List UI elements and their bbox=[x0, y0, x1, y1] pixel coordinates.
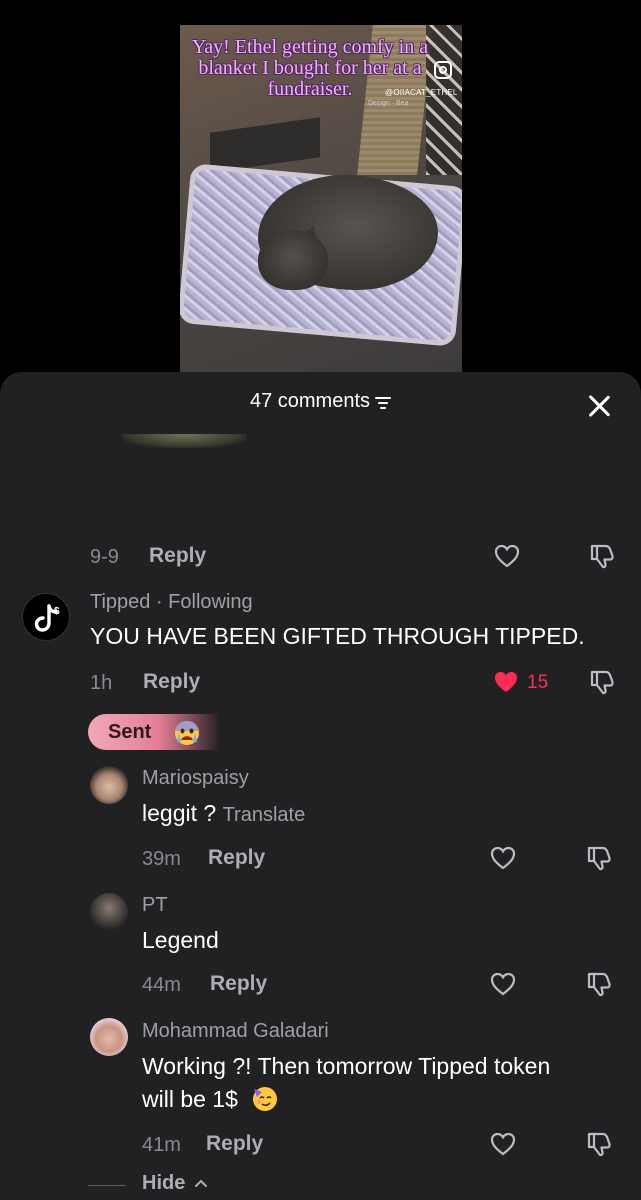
dislike-icon[interactable] bbox=[588, 668, 616, 696]
video-handle: @OIIACAT_ETHEL bbox=[385, 88, 458, 97]
reply-text: Legend bbox=[142, 927, 219, 953]
reply-button[interactable]: Reply bbox=[210, 972, 267, 996]
comments-count: 47 comments bbox=[249, 390, 371, 412]
cat-head bbox=[258, 230, 328, 290]
heart-icon[interactable] bbox=[490, 972, 516, 996]
reply-text-row: will be 1$ bbox=[142, 1083, 280, 1116]
heart-filled-icon[interactable] bbox=[493, 670, 519, 694]
reply-button[interactable]: Reply bbox=[149, 544, 206, 568]
sticker-image bbox=[122, 434, 247, 448]
avatar[interactable] bbox=[90, 766, 128, 804]
reply-text: Working ?! Then tomorrow Tipped token bbox=[142, 1053, 551, 1079]
like-count: 15 bbox=[527, 672, 549, 693]
reply-time: 41m bbox=[142, 1134, 181, 1156]
reply-button[interactable]: Reply bbox=[143, 670, 200, 694]
hide-replies-button[interactable]: Hide bbox=[142, 1172, 208, 1195]
reply-button[interactable]: Reply bbox=[208, 846, 265, 870]
avatar[interactable] bbox=[90, 1018, 128, 1056]
heart-icon[interactable] bbox=[490, 1132, 516, 1156]
reply-text: will be 1$ bbox=[142, 1086, 238, 1112]
reply-text-row: leggit ? Translate bbox=[142, 797, 305, 832]
dislike-icon[interactable] bbox=[585, 970, 613, 998]
reply-username[interactable]: Mohammad Galadari bbox=[142, 1020, 329, 1043]
reply-time: 44m bbox=[142, 974, 181, 996]
divider bbox=[88, 1185, 126, 1186]
partying-face-emoji-icon bbox=[253, 1087, 278, 1111]
instagram-icon bbox=[434, 61, 452, 79]
dislike-icon[interactable] bbox=[588, 542, 616, 570]
svg-text:$: $ bbox=[54, 606, 60, 617]
reply-button[interactable]: Reply bbox=[206, 1132, 263, 1156]
comments-header: 47 comments bbox=[0, 390, 641, 420]
heart-icon[interactable] bbox=[494, 544, 520, 568]
comment-time: 9-9 bbox=[90, 546, 119, 568]
design-credit: Design · Bea bbox=[368, 100, 409, 107]
avatar[interactable] bbox=[90, 893, 128, 931]
tiktok-icon: $ bbox=[34, 604, 60, 632]
crying-emoji-icon bbox=[175, 721, 199, 745]
dislike-icon[interactable] bbox=[585, 844, 613, 872]
hide-label: Hide bbox=[142, 1172, 186, 1194]
comment-time: 1h bbox=[90, 672, 113, 694]
video-preview[interactable]: Yay! Ethel getting comfy in a blanket I … bbox=[180, 25, 462, 375]
comment-text: YOU HAVE BEEN GIFTED THROUGH TIPPED. bbox=[90, 623, 585, 649]
dislike-icon[interactable] bbox=[585, 1130, 613, 1158]
sent-label: Sent bbox=[108, 721, 152, 743]
close-icon[interactable] bbox=[587, 394, 611, 418]
sent-badge: Sent bbox=[88, 714, 218, 750]
chevron-up-icon bbox=[194, 1179, 207, 1187]
comment-username[interactable]: Tipped · Following bbox=[90, 591, 253, 614]
reply-username[interactable]: PT bbox=[142, 894, 168, 917]
reply-text: leggit ? bbox=[142, 800, 217, 826]
avatar[interactable]: $ bbox=[22, 593, 70, 641]
heart-icon[interactable] bbox=[490, 846, 516, 870]
comments-sheet: 47 comments 9-9 Reply $ Tipped · Followi… bbox=[0, 372, 641, 1200]
reply-username[interactable]: Mariospaisy bbox=[142, 767, 249, 790]
translate-link[interactable]: Translate bbox=[223, 804, 306, 826]
reply-time: 39m bbox=[142, 848, 181, 870]
filter-icon[interactable] bbox=[375, 396, 392, 409]
